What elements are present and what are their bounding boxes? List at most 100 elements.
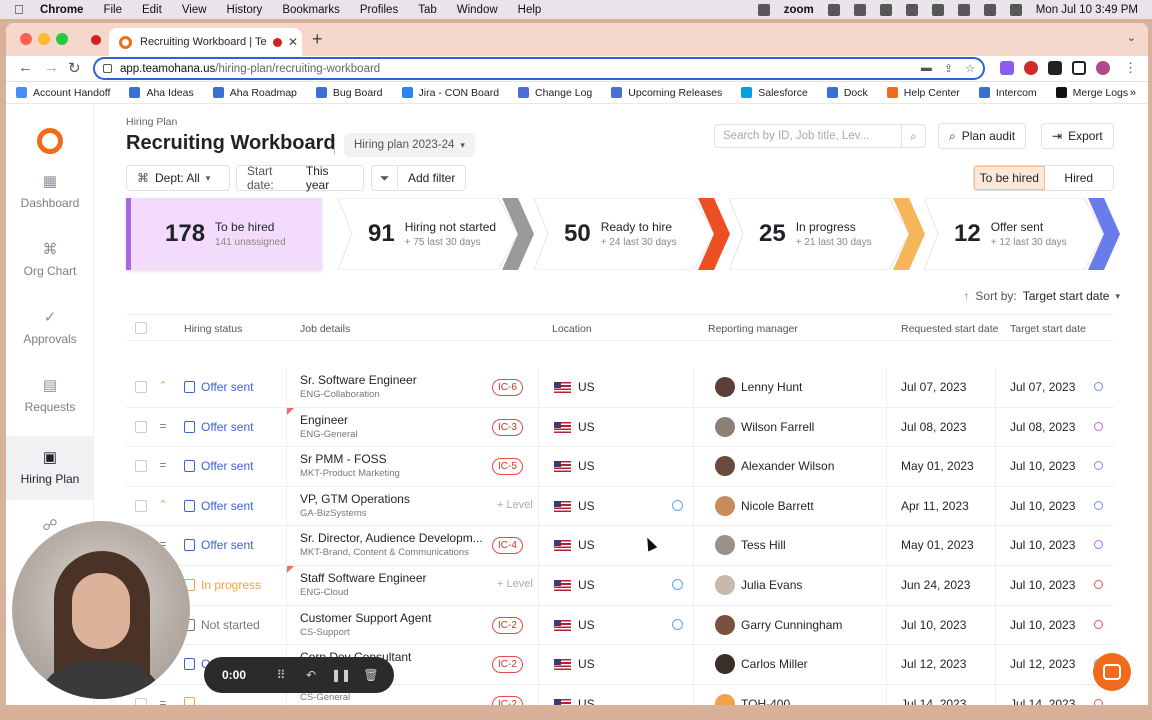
sidebar-item-org-chart[interactable]: ⌘ Org Chart [6, 228, 94, 292]
level-badge[interactable]: IC-5 [492, 458, 523, 476]
requested-start-date[interactable]: May 01, 2023 [901, 459, 974, 473]
level-badge[interactable]: + Level [492, 498, 538, 515]
hiring-status[interactable]: Not started [184, 618, 260, 632]
extension-icon[interactable] [1000, 61, 1014, 75]
share-icon[interactable] [853, 3, 866, 16]
job-details[interactable]: Engineer ENG-General [300, 413, 358, 440]
requested-start-date[interactable]: May 01, 2023 [901, 538, 974, 552]
bookmark-item[interactable]: Account Handoff [16, 87, 110, 99]
reporting-manager[interactable]: Wilson Farrell [741, 420, 814, 434]
close-window-button[interactable] [20, 33, 32, 45]
target-start-date[interactable]: Jul 12, 2023 [1010, 657, 1075, 671]
location[interactable]: US [578, 618, 595, 632]
job-details[interactable]: Sr PMM - FOSS MKT-Product Marketing [300, 452, 400, 479]
level-badge[interactable]: IC-2 [492, 656, 523, 674]
breadcrumb[interactable]: Hiring Plan [126, 116, 177, 128]
row-checkbox[interactable] [135, 499, 147, 512]
maximize-window-button[interactable] [56, 33, 68, 45]
hiring-status[interactable]: Offer sent [184, 459, 253, 473]
microphone-icon[interactable] [757, 3, 770, 16]
col-target-start[interactable]: Target start date [1010, 323, 1086, 335]
add-filter-button[interactable]: ⏷ Add filter [371, 165, 466, 191]
col-reporting-manager[interactable]: Reporting manager [708, 323, 798, 335]
minimize-window-button[interactable] [38, 33, 50, 45]
job-details[interactable]: Staff Software Engineer ENG-Cloud [300, 571, 427, 598]
kebab-menu-icon[interactable]: ⋮ [1124, 60, 1137, 76]
menu-app-name[interactable]: Chrome [40, 4, 83, 16]
hiring-plan-select[interactable]: Hiring plan 2023-24 ▾ [344, 133, 475, 157]
shield-icon[interactable] [827, 3, 840, 16]
bookmark-item[interactable]: Salesforce [741, 87, 808, 99]
table-row[interactable]: = Offer sent Engineer ENG-General IC-3 US Wils… [126, 407, 1114, 448]
reporting-manager[interactable]: Carlos Miller [741, 657, 808, 671]
target-start-date[interactable]: Jul 08, 2023 [1010, 420, 1075, 434]
chat-launcher-button[interactable] [1093, 653, 1131, 691]
sort-control[interactable]: ↑ Sort by: Target start date ▾ [963, 289, 1120, 303]
dept-filter[interactable]: ⌘ Dept: All ▾ [126, 165, 230, 191]
level-badge[interactable]: IC-6 [492, 379, 523, 396]
grid-icon[interactable]: ⠿ [266, 668, 296, 682]
camera-icon[interactable]: ▬ [921, 62, 932, 75]
export-button[interactable]: ⇥ Export [1041, 123, 1114, 149]
table-row[interactable]: Not started Customer Support Agent CS-Supp… [126, 605, 1114, 646]
level-badge[interactable]: IC-2 [492, 695, 523, 705]
priority-icon[interactable]: ⌃ [157, 379, 169, 392]
hiring-status[interactable]: Offer sent [184, 380, 253, 394]
to-be-hired-tab[interactable]: To be hired [974, 166, 1045, 190]
bookmark-item[interactable]: Jira - CON Board [401, 87, 499, 99]
select-all-checkbox[interactable] [135, 322, 147, 334]
apple-icon[interactable]:  [14, 2, 28, 17]
reporting-manager[interactable]: TOH-400 [741, 697, 790, 705]
puzzle-icon[interactable] [1048, 61, 1062, 75]
job-details[interactable]: VP, GTM Operations GA-BizSystems [300, 492, 410, 519]
location[interactable]: US [578, 459, 595, 473]
col-requested-start[interactable]: Requested start date [901, 323, 998, 335]
search-icon[interactable]: ⌕ [901, 125, 925, 147]
hiring-status[interactable]: Offer sent [184, 499, 253, 513]
clock[interactable]: Mon Jul 10 3:49 PM [1036, 4, 1138, 16]
sidebar-item-requests[interactable]: ▤ Requests [6, 364, 94, 428]
reporting-manager[interactable]: Nicole Barrett [741, 499, 814, 513]
bookmark-item[interactable]: Bug Board [315, 87, 383, 99]
bookmark-item[interactable]: Dock [826, 87, 868, 99]
menu-profiles[interactable]: Profiles [360, 4, 398, 16]
ohana-logo-icon[interactable] [37, 128, 63, 154]
requested-start-date[interactable]: Jul 08, 2023 [901, 420, 966, 434]
location[interactable]: US [578, 499, 595, 513]
close-tab-icon[interactable]: ✕ [288, 35, 302, 49]
plan-audit-button[interactable]: ⌕ Plan audit [938, 123, 1027, 149]
summary-card-to-be-hired[interactable]: 178 To be hired 141 unassigned [126, 198, 322, 270]
search-icon[interactable] [983, 3, 996, 16]
requested-start-date[interactable]: Jun 24, 2023 [901, 578, 970, 592]
table-row[interactable]: = Offer sent Sr PMM - FOSS MKT-Product Mark… [126, 447, 1114, 487]
reporting-manager[interactable]: Garry Cunningham [741, 618, 842, 632]
location[interactable]: US [578, 578, 595, 592]
bookmark-item[interactable]: Help Center [886, 87, 960, 99]
zoom-status[interactable]: zoom [784, 4, 814, 16]
menu-window[interactable]: Window [457, 4, 498, 16]
bookmark-item[interactable]: Upcoming Releases [611, 87, 722, 99]
browser-tab[interactable]: Recruiting Workboard | Te ✕ [109, 28, 302, 56]
trash-icon[interactable]: 🗑 [356, 668, 386, 682]
sidebar-item-hiring-plan[interactable]: ▣ Hiring Plan [6, 436, 94, 500]
location[interactable]: US [578, 657, 595, 671]
summary-card-in-progress[interactable]: 25 In progress + 21 last 30 days [729, 198, 925, 270]
sidebar-item-approvals[interactable]: ✓ Approvals [6, 296, 94, 360]
sidebar-item-dashboard[interactable]: ▦ Dashboard [6, 160, 94, 224]
menu-history[interactable]: History [227, 4, 263, 16]
target-start-date[interactable]: Jul 14, 2023 [1010, 697, 1075, 705]
menu-view[interactable]: View [182, 4, 207, 16]
more-bookmarks-icon[interactable]: » [1130, 87, 1136, 99]
new-tab-icon[interactable]: + [312, 29, 323, 50]
level-badge[interactable]: IC-2 [492, 616, 523, 634]
summary-card-ready-to-hire[interactable]: 50 Ready to hire + 24 last 30 days [534, 198, 730, 270]
location[interactable]: US [578, 697, 595, 705]
bookmark-item[interactable]: Intercom [978, 87, 1037, 99]
col-location[interactable]: Location [552, 323, 592, 335]
job-details[interactable]: Sr. Software Engineer ENG-Collaboration [300, 373, 417, 400]
hiring-status[interactable]: Offer sent [184, 538, 253, 552]
priority-icon[interactable]: ⌃ [157, 498, 169, 511]
job-details[interactable]: Customer Support Agent CS-Support [300, 611, 431, 638]
target-start-date[interactable]: Jul 07, 2023 [1010, 380, 1075, 394]
requested-start-date[interactable]: Apr 11, 2023 [901, 499, 969, 513]
